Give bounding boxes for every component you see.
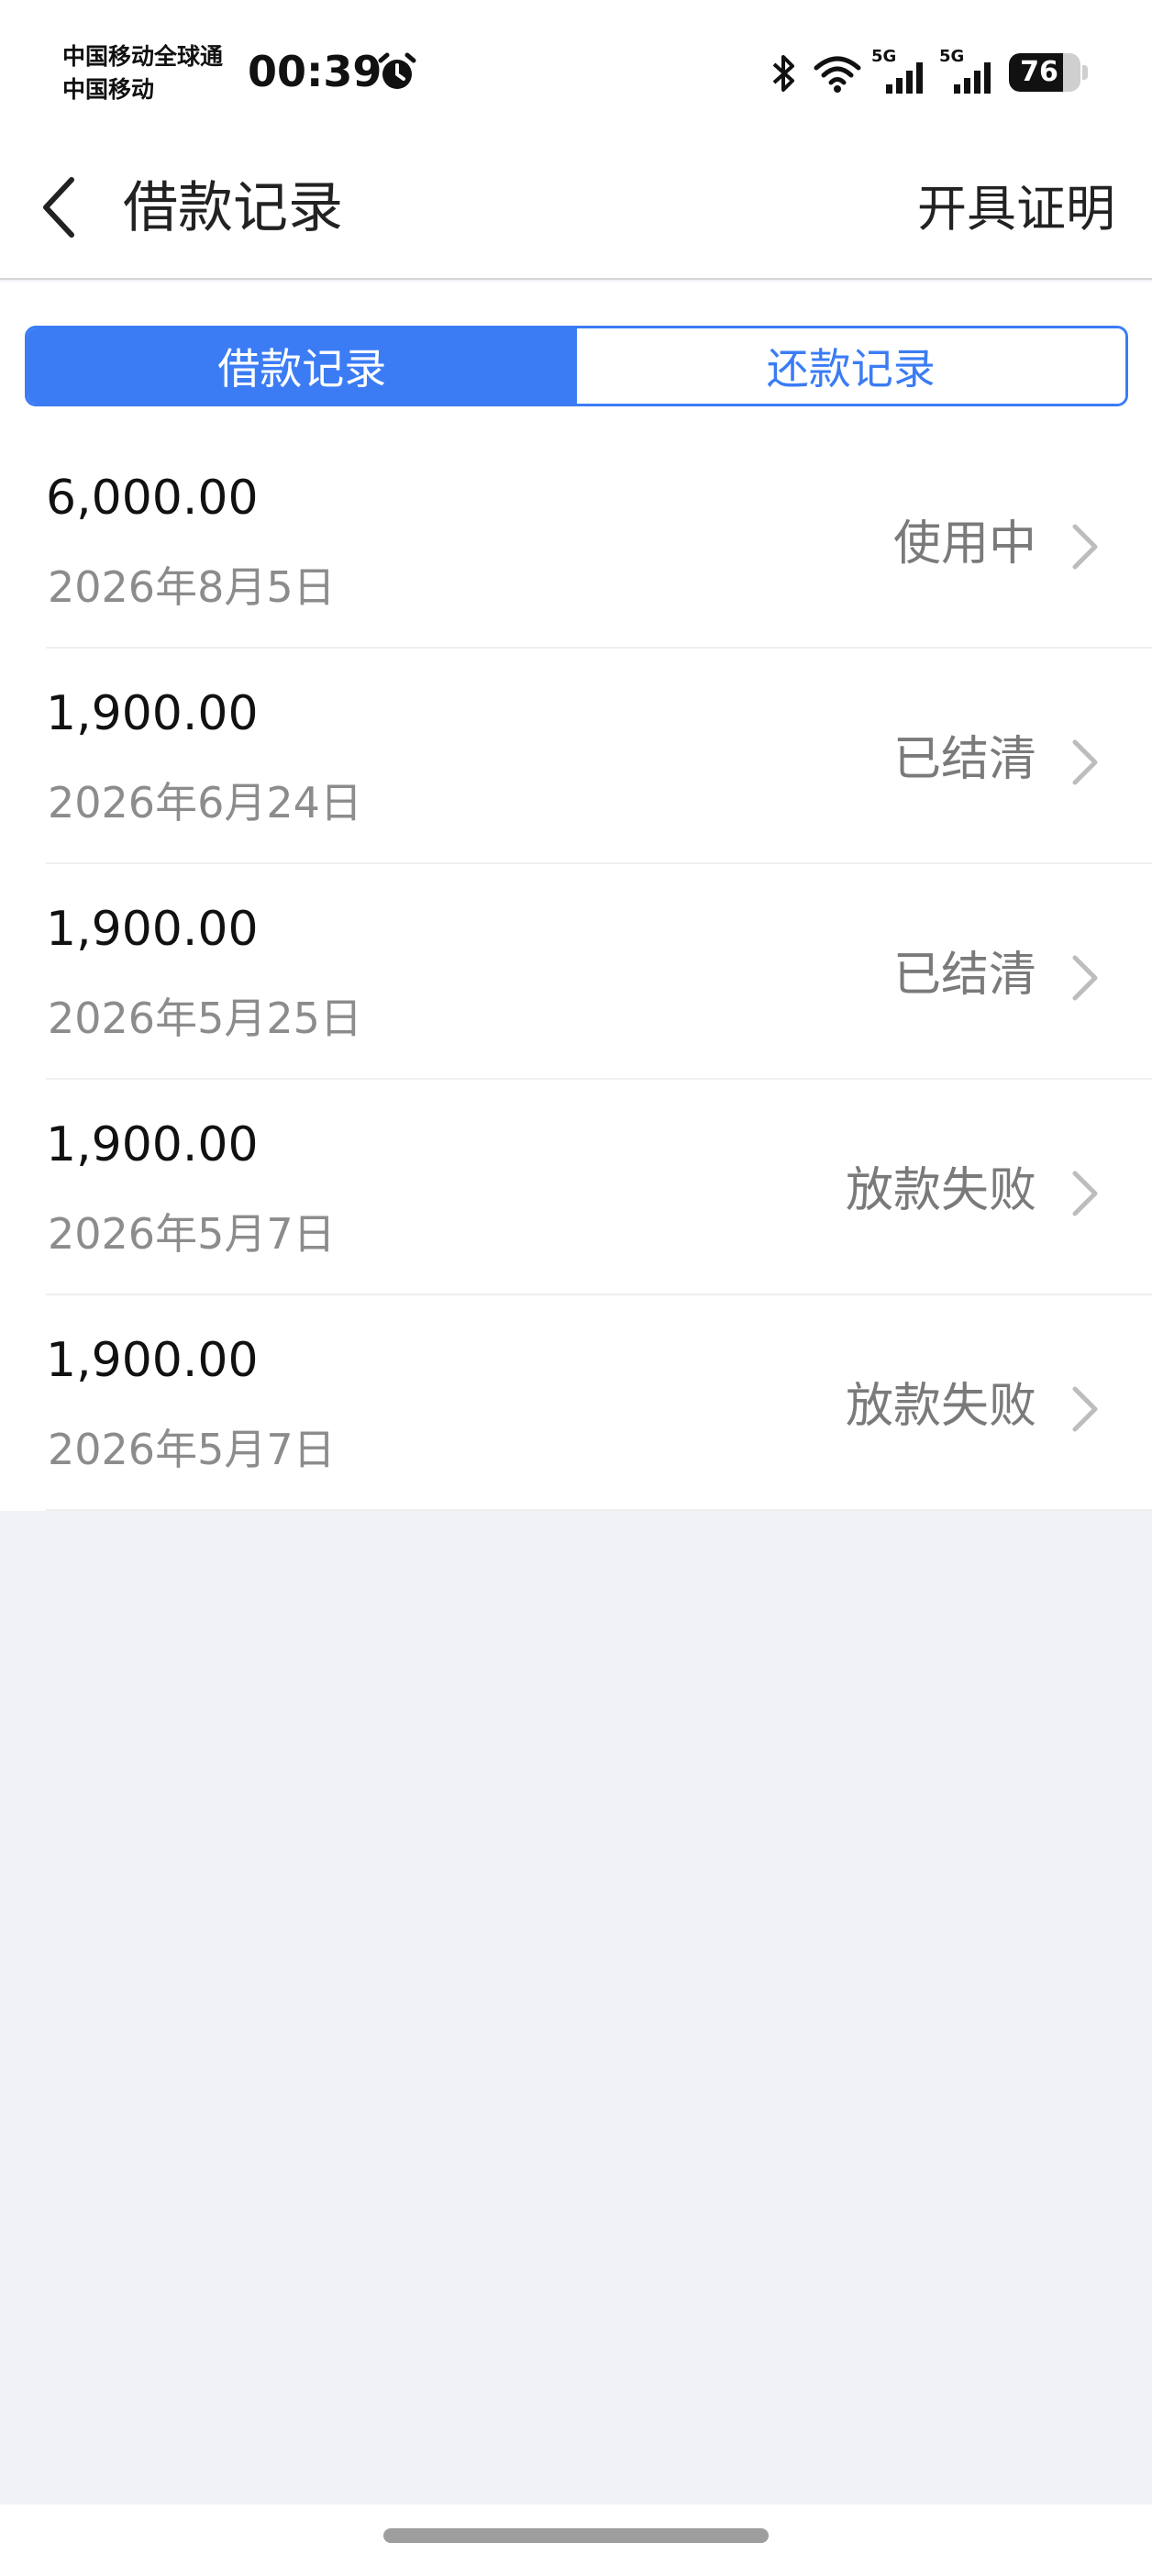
page-title: 借款记录 bbox=[123, 176, 343, 240]
home-indicator[interactable] bbox=[383, 2528, 769, 2543]
carrier-info: 中国移动全球通 中国移动 bbox=[62, 40, 223, 106]
battery-level: 76 bbox=[1020, 56, 1058, 88]
record-date: 2026年6月24日 bbox=[48, 778, 362, 827]
issue-certificate-button[interactable]: 开具证明 bbox=[917, 172, 1115, 246]
record-amount: 1,900.00 bbox=[46, 1117, 259, 1172]
bluetooth-icon bbox=[772, 55, 794, 92]
record-status: 放款失败 bbox=[845, 1163, 1036, 1218]
status-time: 00:39 bbox=[248, 47, 382, 96]
loan-record-row[interactable]: 1,900.00 2026年5月7日 放款失败 bbox=[0, 1080, 1152, 1295]
carrier-line-1: 中国移动全球通 bbox=[62, 43, 224, 70]
signal-icon: 5G bbox=[871, 48, 928, 94]
battery-icon: 76 bbox=[1009, 53, 1088, 92]
record-status: 放款失败 bbox=[845, 1379, 1036, 1434]
battery-body: 76 bbox=[1009, 53, 1080, 92]
tab-repayment-records[interactable]: 还款记录 bbox=[576, 328, 1125, 404]
record-status: 已结清 bbox=[892, 732, 1036, 787]
signal-icon: 5G bbox=[939, 48, 996, 94]
record-type-tabs: 借款记录 还款记录 bbox=[25, 326, 1128, 406]
record-date: 2026年5月7日 bbox=[48, 1425, 336, 1474]
loan-record-row[interactable]: 1,900.00 2026年6月24日 已结清 bbox=[0, 649, 1152, 864]
tab-loan-records[interactable]: 借款记录 bbox=[28, 328, 577, 404]
status-bar: 中国移动全球通 中国移动 00:39 5G 5G 76 bbox=[0, 0, 1152, 138]
wifi-icon bbox=[814, 56, 861, 93]
record-date: 2026年8月5日 bbox=[48, 562, 336, 612]
alarm-icon bbox=[378, 52, 416, 89]
loan-record-list: 6,000.00 2026年8月5日 使用中 1,900.00 2026年6月2… bbox=[0, 433, 1152, 1511]
loan-record-row[interactable]: 6,000.00 2026年8月5日 使用中 bbox=[0, 433, 1152, 649]
nav-bar: 借款记录 开具证明 bbox=[0, 138, 1152, 280]
record-amount: 1,900.00 bbox=[46, 686, 259, 741]
carrier-line-2: 中国移动 bbox=[62, 76, 155, 103]
chevron-right-icon bbox=[1072, 739, 1098, 785]
battery-nub bbox=[1082, 65, 1088, 80]
content-area: 借款记录 还款记录 6,000.00 2026年8月5日 使用中 1,900.0… bbox=[0, 282, 1152, 1511]
record-date: 2026年5月7日 bbox=[48, 1209, 336, 1259]
record-amount: 6,000.00 bbox=[46, 471, 259, 526]
page: 中国移动全球通 中国移动 00:39 5G 5G 76 借款记录 开具证明 借款… bbox=[0, 0, 1152, 2576]
record-amount: 1,900.00 bbox=[46, 1333, 259, 1388]
record-status: 已结清 bbox=[892, 948, 1036, 1003]
chevron-right-icon bbox=[1072, 524, 1098, 570]
record-status: 使用中 bbox=[892, 516, 1036, 572]
chevron-right-icon bbox=[1072, 1386, 1098, 1432]
record-amount: 1,900.00 bbox=[46, 902, 259, 957]
record-date: 2026年5月25日 bbox=[48, 994, 362, 1043]
chevron-right-icon bbox=[1072, 955, 1098, 1001]
loan-record-row[interactable]: 1,900.00 2026年5月25日 已结清 bbox=[0, 864, 1152, 1080]
chevron-right-icon bbox=[1072, 1171, 1098, 1216]
loan-record-row[interactable]: 1,900.00 2026年5月7日 放款失败 bbox=[0, 1295, 1152, 1511]
chevron-left-icon[interactable] bbox=[37, 171, 83, 244]
